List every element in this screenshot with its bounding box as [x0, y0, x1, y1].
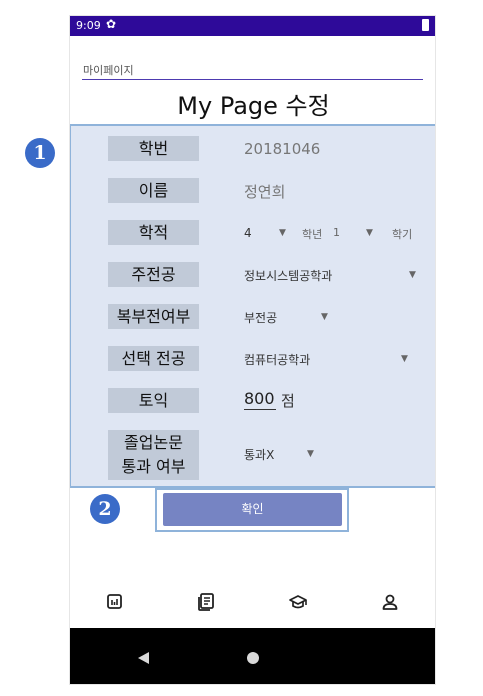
elective-major-label: 선택 전공: [108, 346, 199, 371]
battery-icon: [422, 19, 429, 31]
page-title: My Page 수정: [177, 92, 330, 120]
chevron-down-icon: ▼: [366, 228, 373, 238]
year-unit: 학년: [302, 228, 323, 241]
annotation-badge-2: 2: [90, 494, 120, 524]
status-bar: 9:09 ✿: [70, 16, 435, 36]
chart-icon[interactable]: [105, 592, 125, 612]
major-label: 주전공: [108, 262, 199, 287]
bottom-navigation: [70, 578, 435, 628]
chevron-down-icon: ▼: [409, 270, 416, 280]
annotation-badge-1: 1: [25, 138, 55, 168]
major-value: 정보시스템공학과: [244, 269, 333, 283]
edit-form-panel: 학번 20181046 이름 정연희 학적 4 ▼ 학년 1 ▼ 학기 주전공 …: [70, 124, 435, 488]
double-major-value: 부전공: [244, 311, 278, 325]
thesis-label-line1: 졸업논문: [124, 433, 183, 452]
semester-select[interactable]: 1 ▼: [333, 223, 383, 245]
chevron-down-icon: ▼: [307, 449, 314, 459]
toeic-unit: 점: [281, 392, 295, 410]
document-list-icon[interactable]: [196, 592, 216, 612]
semester-value: 1: [333, 226, 340, 239]
student-id-label: 학번: [108, 136, 199, 161]
confirm-button-frame: 확인: [155, 488, 349, 532]
elective-major-value: 컴퓨터공학과: [244, 353, 311, 367]
double-major-label: 복부전여부: [108, 304, 199, 329]
thesis-label: 졸업논문 통과 여부: [108, 430, 199, 480]
phone-screen: 9:09 ✿ 마이페이지 My Page 수정 학번 20181046 이름 정…: [69, 15, 436, 685]
system-navigation-bar: [70, 628, 435, 684]
elective-major-select[interactable]: 컴퓨터공학과 ▼: [244, 347, 414, 371]
year-select[interactable]: 4 ▼: [244, 223, 304, 245]
confirm-button[interactable]: 확인: [163, 493, 342, 526]
chevron-down-icon: ▼: [401, 354, 408, 364]
semester-unit: 학기: [392, 228, 413, 241]
person-icon[interactable]: [380, 592, 400, 612]
thesis-value: 통과X: [244, 448, 275, 462]
major-select[interactable]: 정보시스템공학과 ▼: [244, 263, 424, 287]
back-icon[interactable]: [138, 652, 149, 664]
graduation-cap-icon[interactable]: [288, 592, 308, 612]
chevron-down-icon: ▼: [279, 228, 286, 238]
thesis-label-line2: 통과 여부: [121, 457, 186, 476]
gear-icon: ✿: [106, 17, 117, 31]
toeic-input[interactable]: 800: [244, 389, 276, 410]
chevron-down-icon: ▼: [321, 312, 328, 322]
thesis-select[interactable]: 통과X ▼: [244, 442, 324, 466]
name-value: 정연희: [244, 183, 286, 201]
home-icon[interactable]: [247, 652, 259, 664]
academic-label: 학적: [108, 220, 199, 245]
student-id-value: 20181046: [244, 140, 321, 158]
name-label: 이름: [108, 178, 199, 203]
toeic-label: 토익: [108, 388, 199, 413]
mypage-field[interactable]: 마이페이지: [82, 62, 423, 80]
double-major-select[interactable]: 부전공 ▼: [244, 305, 344, 329]
status-time: 9:09: [76, 19, 101, 32]
year-value: 4: [244, 226, 252, 240]
